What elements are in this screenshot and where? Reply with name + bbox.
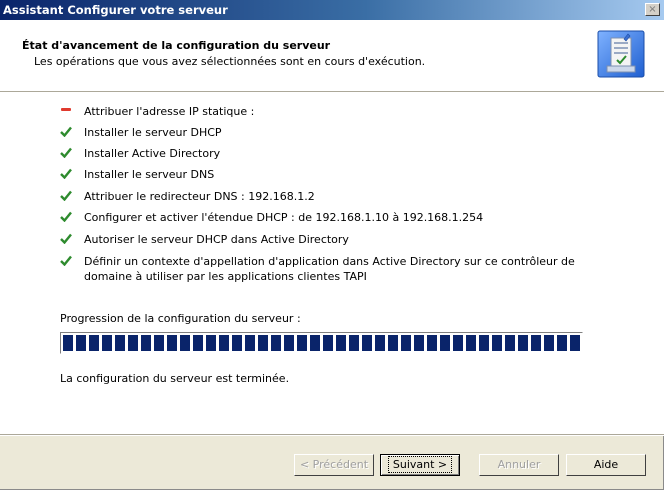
task-item: Attribuer l'adresse IP statique : — [60, 104, 580, 119]
task-label: Configurer et activer l'étendue DHCP : d… — [84, 211, 484, 224]
task-item: Installer le serveur DHCP — [60, 125, 580, 140]
check-icon — [60, 167, 84, 179]
close-icon: × — [648, 4, 657, 15]
wizard-window: Assistant Configurer votre serveur × Éta… — [0, 0, 664, 490]
next-button[interactable]: Suivant > — [380, 454, 460, 476]
cancel-button[interactable]: Annuler — [479, 454, 559, 476]
help-button[interactable]: Aide — [566, 454, 646, 476]
page-subtitle: Les opérations que vous avez sélectionné… — [34, 55, 426, 68]
check-icon — [60, 254, 84, 266]
check-icon — [60, 232, 84, 244]
task-item: Attribuer le redirecteur DNS : 192.168.1… — [60, 189, 580, 204]
task-item: Installer le serveur DNS — [60, 167, 580, 182]
check-icon — [60, 210, 84, 222]
task-item: Configurer et activer l'étendue DHCP : d… — [60, 210, 580, 225]
status-text: La configuration du serveur est terminée… — [60, 372, 290, 385]
title-bar: Assistant Configurer votre serveur × — [0, 0, 664, 20]
task-item: Autoriser le serveur DHCP dans Active Di… — [60, 232, 580, 247]
close-button[interactable]: × — [645, 3, 660, 16]
task-label: Installer le serveur DNS — [84, 168, 215, 181]
help-button-label: Aide — [593, 458, 619, 471]
wizard-content: Attribuer l'adresse IP statique : Instal… — [0, 92, 664, 434]
back-button-label: < Précédent — [299, 458, 369, 471]
progress-bar — [60, 332, 583, 354]
page-title: État d'avancement de la configuration du… — [22, 39, 331, 52]
cancel-button-label: Annuler — [497, 458, 541, 471]
next-button-label: Suivant > — [387, 456, 453, 473]
server-wizard-icon — [597, 30, 645, 78]
wizard-header: État d'avancement de la configuration du… — [0, 20, 664, 92]
task-item: Définir un contexte d'appellation d'appl… — [60, 254, 580, 284]
task-label: Attribuer l'adresse IP statique : — [84, 105, 255, 118]
progress-label: Progression de la configuration du serve… — [60, 312, 301, 325]
check-icon — [60, 146, 84, 158]
window-title: Assistant Configurer votre serveur — [3, 3, 228, 17]
task-label: Installer le serveur DHCP — [84, 126, 222, 139]
check-icon — [60, 189, 84, 201]
task-label: Définir un contexte d'appellation d'appl… — [84, 255, 575, 283]
in-progress-icon — [60, 104, 84, 116]
task-item: Installer Active Directory — [60, 146, 580, 161]
back-button[interactable]: < Précédent — [294, 454, 374, 476]
task-label: Autoriser le serveur DHCP dans Active Di… — [84, 233, 349, 246]
progress-fill — [63, 335, 580, 351]
footer-divider — [0, 434, 664, 436]
check-icon — [60, 125, 84, 137]
task-label: Installer Active Directory — [84, 147, 221, 160]
task-label: Attribuer le redirecteur DNS : 192.168.1… — [84, 190, 315, 203]
